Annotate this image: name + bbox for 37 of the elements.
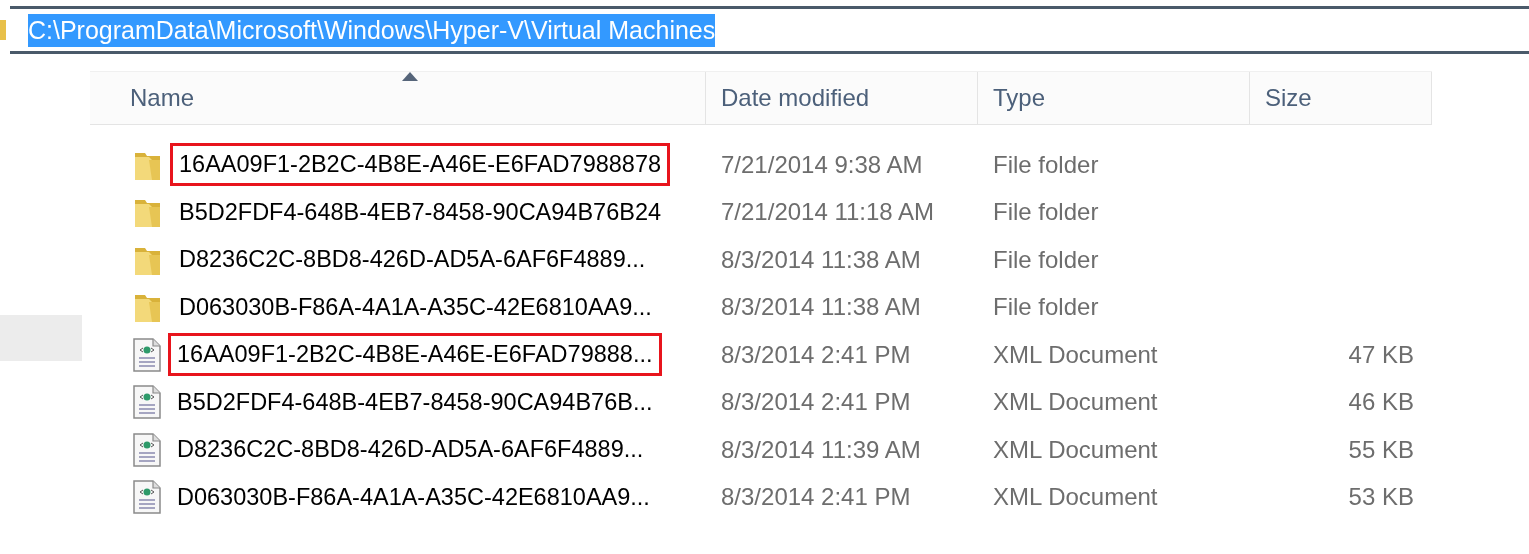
xml-document-icon — [132, 480, 162, 515]
file-name[interactable]: D063030B-F86A-4A1A-A35C-42E6810AA9... — [170, 285, 661, 329]
file-type: XML Document — [992, 388, 1159, 417]
file-size: 47 KB — [1347, 340, 1415, 369]
xml-document-icon — [132, 432, 162, 467]
date-modified: 8/3/2014 11:39 AM — [720, 435, 922, 464]
date-modified: 8/3/2014 2:41 PM — [720, 340, 912, 369]
file-name[interactable]: D8236C2C-8BD8-426D-AD5A-6AF6F4889... — [168, 428, 653, 472]
xml-document-icon — [132, 385, 162, 420]
file-name[interactable]: 16AA09F1-2B2C-4B8E-A46E-E6FAD79888... — [168, 333, 662, 377]
file-size: 55 KB — [1347, 435, 1415, 464]
column-header[interactable]: Name — [90, 72, 706, 124]
file-name[interactable]: D063030B-F86A-4A1A-A35C-42E6810AA9... — [168, 475, 659, 519]
file-type: File folder — [992, 245, 1100, 274]
file-type: File folder — [992, 198, 1100, 227]
file-name[interactable]: B5D2FDF4-648B-4EB7-8458-90CA94B76B24 — [170, 190, 671, 234]
column-header[interactable]: Size — [1250, 72, 1432, 124]
file-name[interactable]: B5D2FDF4-648B-4EB7-8458-90CA94B76B... — [168, 380, 662, 424]
sort-arrow-icon — [401, 72, 418, 81]
file-name[interactable]: D8236C2C-8BD8-426D-AD5A-6AF6F4889... — [170, 238, 655, 282]
date-modified: 7/21/2014 9:38 AM — [720, 150, 924, 179]
date-modified: 8/3/2014 2:41 PM — [720, 388, 912, 417]
date-modified: 8/3/2014 11:38 AM — [720, 245, 922, 274]
file-type: File folder — [992, 293, 1100, 322]
file-size: 53 KB — [1347, 483, 1415, 512]
file-size: 46 KB — [1347, 388, 1415, 417]
column-header[interactable]: Type — [978, 72, 1250, 124]
column-header[interactable]: Date modified — [706, 72, 978, 124]
file-type: File folder — [992, 150, 1100, 179]
file-type: XML Document — [992, 435, 1159, 464]
file-type: XML Document — [992, 340, 1159, 369]
date-modified: 7/21/2014 11:18 AM — [720, 198, 936, 227]
date-modified: 8/3/2014 11:38 AM — [720, 293, 922, 322]
file-name[interactable]: 16AA09F1-2B2C-4B8E-A46E-E6FAD7988878 — [170, 143, 671, 187]
date-modified: 8/3/2014 2:41 PM — [720, 483, 912, 512]
xml-document-icon — [132, 337, 162, 372]
file-type: XML Document — [992, 483, 1159, 512]
